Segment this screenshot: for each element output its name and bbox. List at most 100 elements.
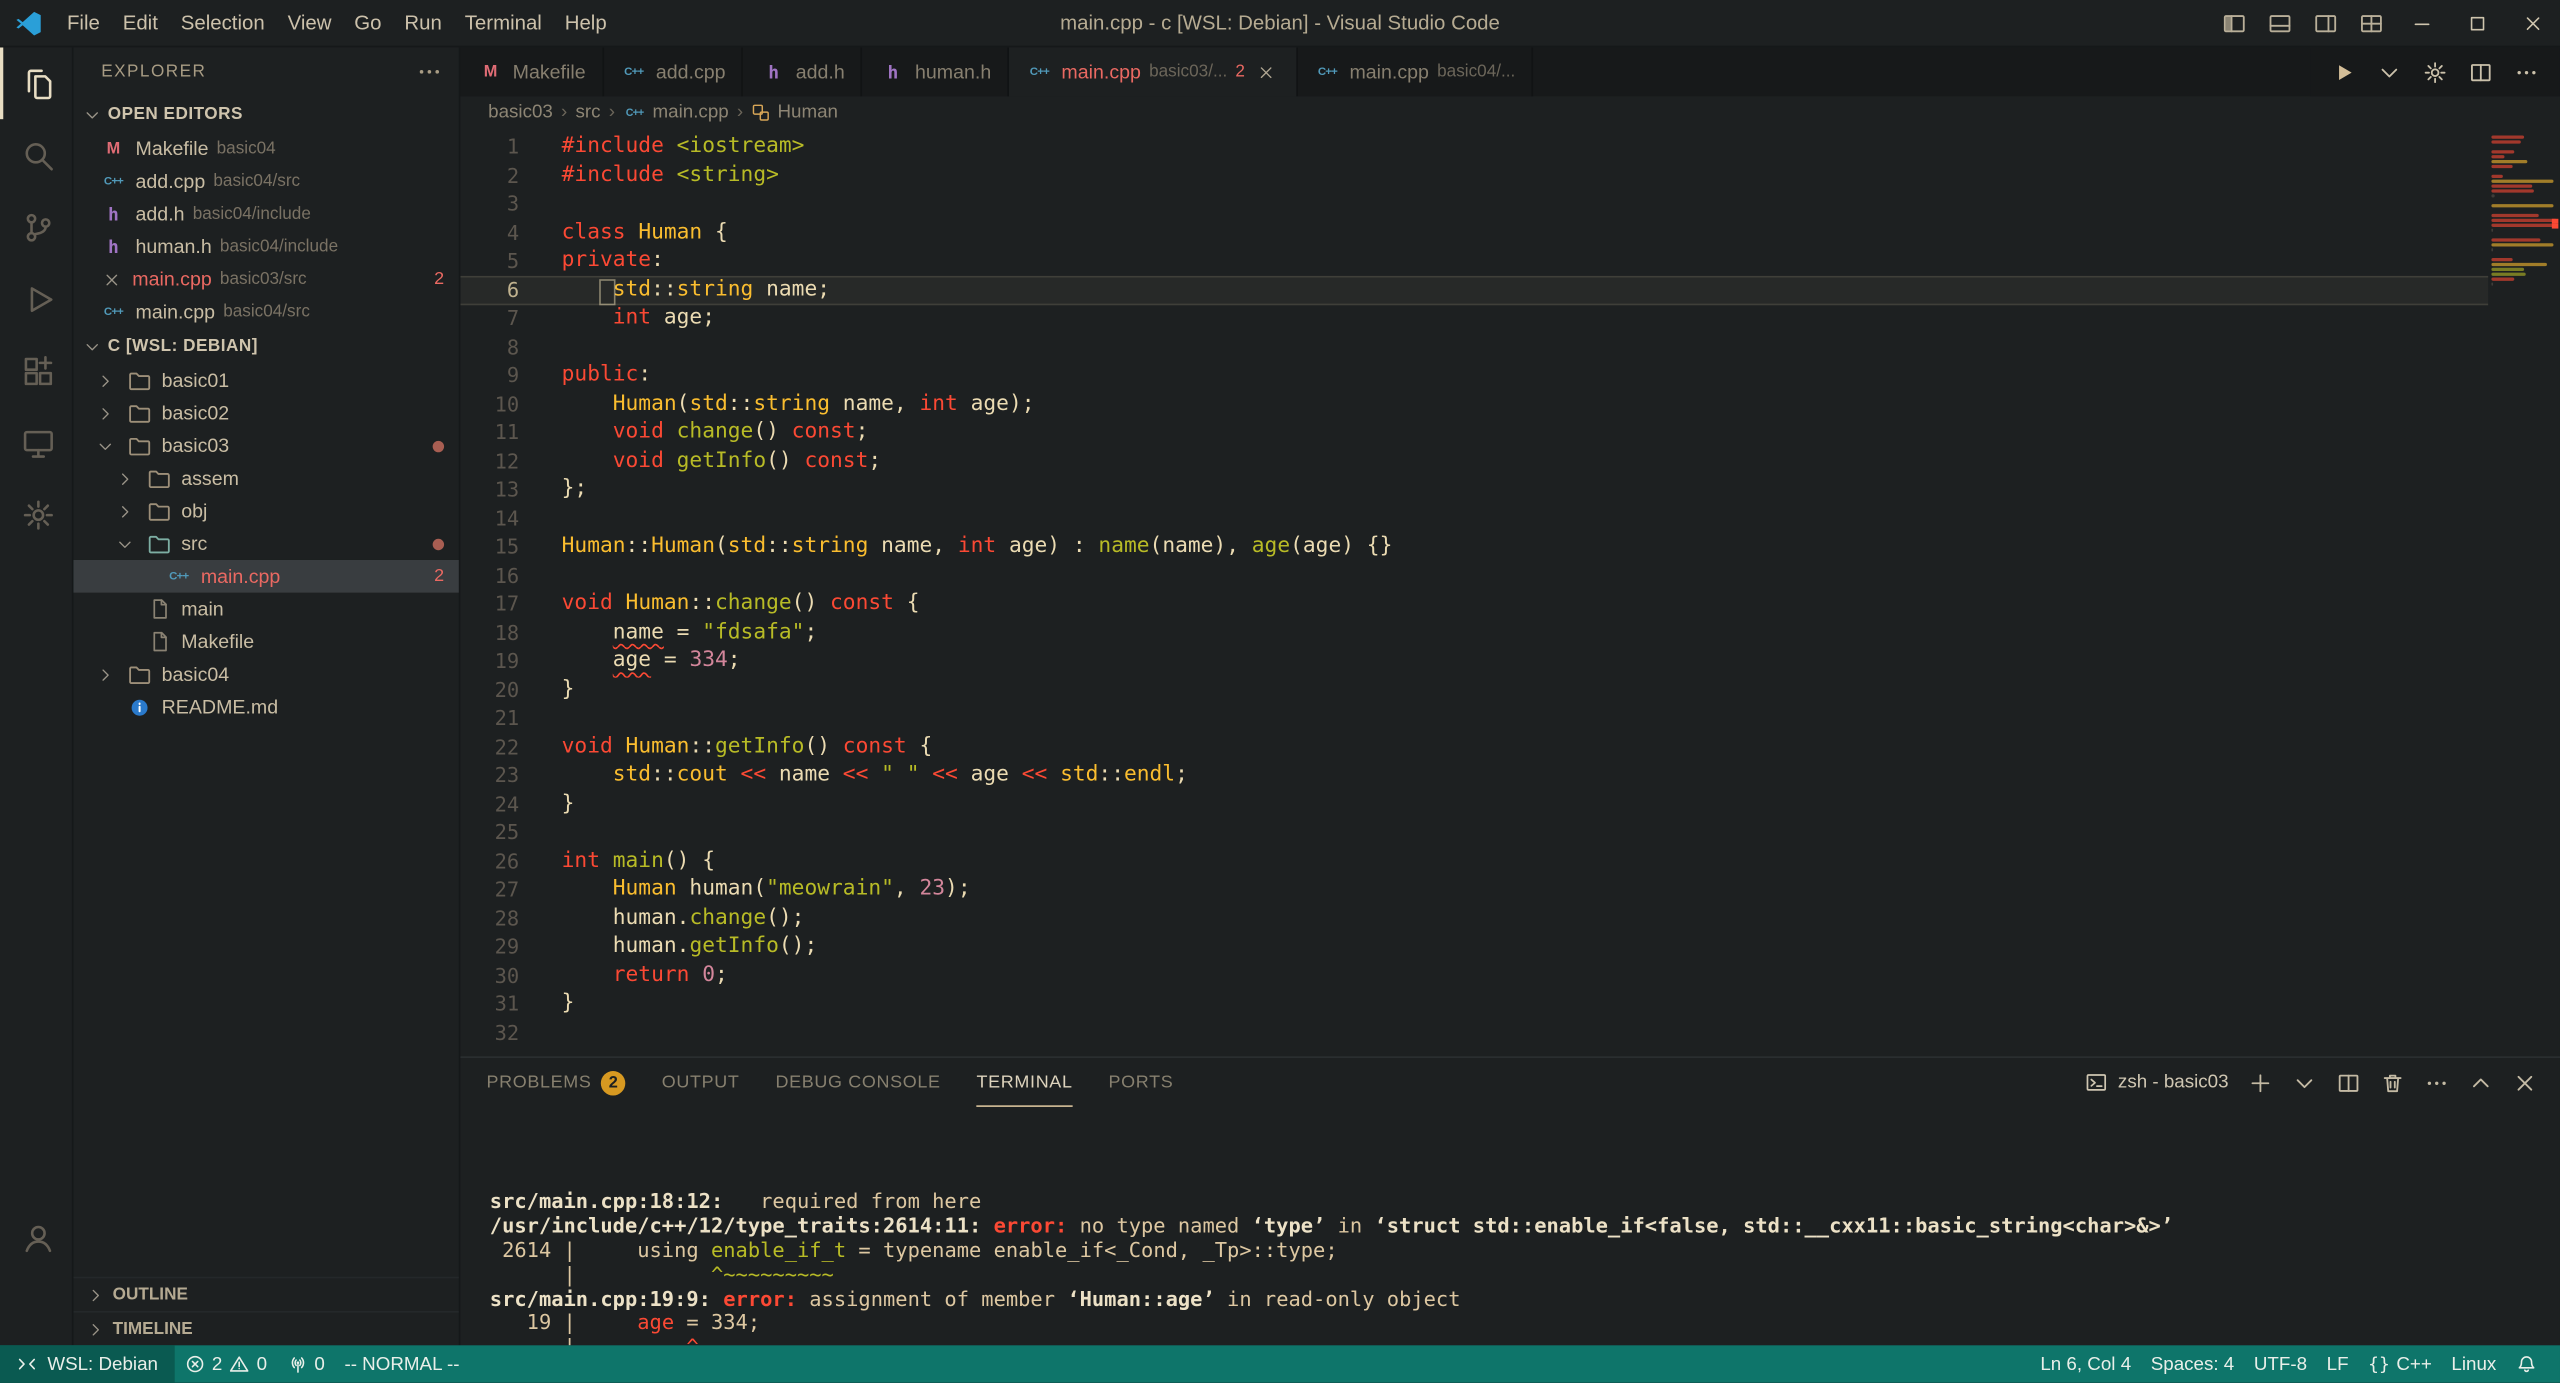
run-button[interactable] — [2331, 60, 2355, 84]
maximize-panel-icon[interactable] — [2469, 1070, 2493, 1094]
tree-item-basic03[interactable]: basic03 — [73, 429, 458, 462]
open-editor-item[interactable]: M Makefile basic04 — [73, 132, 458, 165]
braces-icon: {} — [2368, 1353, 2390, 1375]
activity-run-debug[interactable] — [0, 263, 72, 335]
terminal-token: = typename enable_if<_Cond, _Tp>::type; — [846, 1237, 1338, 1263]
panel-tab-debug-console[interactable]: DEBUG CONSOLE — [775, 1058, 940, 1107]
tab-Makefile[interactable]: M Makefile — [460, 47, 604, 97]
status-item-c-[interactable]: {} C++ — [2358, 1353, 2441, 1374]
remote-indicator[interactable]: WSL: Debian — [0, 1345, 175, 1383]
open-editor-item[interactable]: C++ add.cpp basic04/src — [73, 165, 458, 198]
menu-go[interactable]: Go — [343, 11, 393, 34]
toggle-sidebar-icon[interactable] — [2211, 0, 2257, 46]
tree-item-basic04[interactable]: basic04 — [73, 658, 458, 691]
line-number: 28 — [494, 905, 520, 930]
open-editor-item[interactable]: main.cpp basic03/src 2 — [73, 263, 458, 296]
menu-edit[interactable]: Edit — [111, 11, 169, 34]
vim-mode-indicator[interactable]: -- NORMAL -- — [335, 1345, 470, 1383]
open-editor-item[interactable]: C++ main.cpp basic04/src — [73, 296, 458, 329]
panel-tab-terminal[interactable]: TERMINAL — [976, 1058, 1073, 1107]
panel-more-actions-icon[interactable] — [2424, 1070, 2448, 1094]
minimize-button[interactable] — [2393, 0, 2449, 46]
tab-add.cpp[interactable]: C++ add.cpp — [603, 47, 744, 97]
activity-settings-gear[interactable] — [0, 478, 72, 550]
panel-tab-output[interactable]: OUTPUT — [662, 1058, 740, 1107]
terminal-line: src/main.cpp:18:12: required from here — [490, 1189, 2560, 1215]
split-terminal-icon[interactable] — [2336, 1070, 2360, 1094]
notifications-bell[interactable] — [2506, 1353, 2547, 1374]
toggle-panel-icon[interactable] — [2256, 0, 2302, 46]
tab-add.h[interactable]: h add.h — [743, 47, 863, 97]
breadcrumb-basic03[interactable]: basic03 — [488, 103, 553, 123]
minimap[interactable] — [2488, 129, 2560, 1056]
split-icon[interactable] — [2469, 60, 2493, 84]
tree-item-obj[interactable]: obj — [73, 495, 458, 528]
activity-extensions[interactable] — [0, 335, 72, 407]
ports-status[interactable]: 0 — [277, 1345, 335, 1383]
code-editor[interactable]: 1 2 3 4 5 6 7 8 9 10 11 12 13 14 15 16 17 18 19 20 21 22 23 24 2… — [460, 129, 2560, 1056]
code-line: void Human::getInfo() const { — [562, 732, 2489, 761]
breadcrumb-Human[interactable]: Human — [751, 103, 838, 122]
menu-selection[interactable]: Selection — [169, 11, 276, 34]
tree-item-src[interactable]: src — [73, 527, 458, 560]
explorer-actions-icon[interactable] — [416, 59, 442, 85]
menu-view[interactable]: View — [276, 11, 343, 34]
terminal-output[interactable]: src/main.cpp:18:12: required from here/u… — [460, 1107, 2560, 1345]
run-dropdown-icon[interactable] — [2377, 60, 2401, 84]
close-icon[interactable] — [1253, 63, 1279, 81]
activity-remote-explorer[interactable] — [0, 407, 72, 479]
timeline-section[interactable]: TIMELINE — [73, 1311, 459, 1345]
menu-help[interactable]: Help — [553, 11, 618, 34]
breadcrumb-src[interactable]: src — [575, 103, 600, 123]
activity-explorer[interactable] — [0, 47, 72, 120]
token: :: — [689, 591, 715, 616]
dots-icon[interactable] — [2514, 60, 2538, 84]
status-item-ln-6-col-4[interactable]: Ln 6, Col 4 — [2031, 1354, 2141, 1374]
activity-accounts[interactable] — [0, 1202, 72, 1274]
status-item-spaces-4[interactable]: Spaces: 4 — [2141, 1354, 2244, 1374]
outline-section[interactable]: OUTLINE — [73, 1276, 459, 1311]
problems-status[interactable]: 2 0 — [174, 1345, 277, 1383]
workspace-header[interactable]: C [WSL: DEBIAN] — [73, 328, 458, 364]
activity-search[interactable] — [0, 119, 72, 191]
maximize-button[interactable] — [2449, 0, 2505, 46]
toggle-secondary-sidebar-icon[interactable] — [2302, 0, 2348, 46]
status-item-linux[interactable]: Linux — [2442, 1354, 2506, 1374]
panel-tab-ports[interactable]: PORTS — [1109, 1058, 1174, 1107]
close-panel-icon[interactable] — [2513, 1070, 2537, 1094]
status-item-lf[interactable]: LF — [2317, 1354, 2359, 1374]
status-item-utf-8[interactable]: UTF-8 — [2244, 1354, 2317, 1374]
tree-item-Makefile[interactable]: Makefile — [73, 625, 458, 658]
menu-run[interactable]: Run — [393, 11, 453, 34]
terminal-dropdown-icon[interactable] — [2292, 1070, 2316, 1094]
open-editor-item[interactable]: h human.h basic04/include — [73, 230, 458, 263]
tab-main.cpp[interactable]: C++ main.cpp basic03/... 2 — [1009, 47, 1298, 97]
open-editors-header[interactable]: OPEN EDITORS — [73, 96, 458, 132]
menu-terminal[interactable]: Terminal — [453, 11, 553, 34]
tree-item-main.cpp[interactable]: C++ main.cpp 2 — [73, 559, 459, 593]
tree-item-basic02[interactable]: basic02 — [73, 397, 458, 430]
close-window-button[interactable] — [2504, 0, 2560, 46]
tree-item-assem[interactable]: assem — [73, 462, 458, 495]
tab-main.cpp[interactable]: C++ main.cpp basic04/... — [1297, 47, 1534, 97]
breadcrumb-main.cpp[interactable]: C++ main.cpp — [623, 103, 729, 123]
settings-gear-icon[interactable] — [2423, 60, 2447, 84]
token: :: — [651, 762, 677, 787]
new-terminal-icon[interactable] — [2248, 1070, 2272, 1094]
tab-human.h[interactable]: h human.h — [862, 47, 1010, 97]
panel-tab-problems[interactable]: PROBLEMS 2 — [487, 1058, 626, 1107]
tree-item-basic01[interactable]: basic01 — [73, 364, 458, 397]
open-editor-item[interactable]: h add.h basic04/include — [73, 198, 458, 231]
line-number: 11 — [494, 419, 520, 445]
activity-source-control[interactable] — [0, 191, 72, 263]
terminal-profile-select[interactable]: zsh - basic03 — [2085, 1071, 2229, 1094]
menu-file[interactable]: File — [56, 11, 112, 34]
code-line: } — [562, 789, 2489, 818]
tree-item-main[interactable]: main — [73, 593, 458, 626]
tree-item-README.md[interactable]: README.md — [73, 691, 458, 724]
close-icon[interactable] — [100, 270, 124, 288]
customize-layout-icon[interactable] — [2348, 0, 2394, 46]
kill-terminal-icon[interactable] — [2380, 1070, 2404, 1094]
token: <iostream> — [676, 133, 805, 159]
